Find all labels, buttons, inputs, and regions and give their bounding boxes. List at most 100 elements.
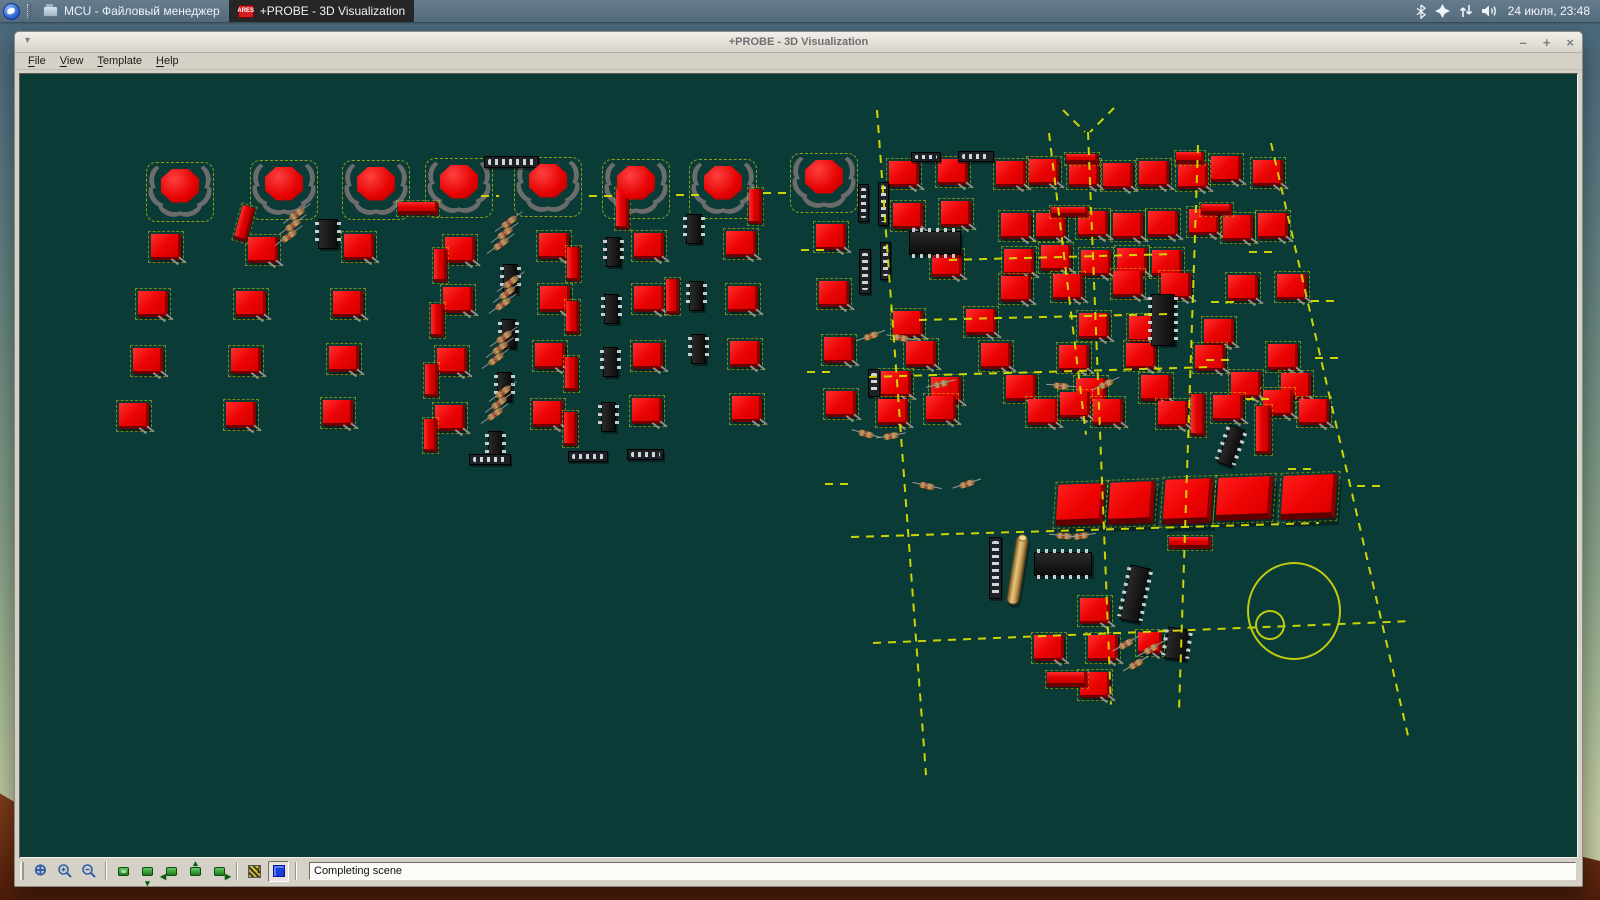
pcb-cube bbox=[151, 234, 181, 260]
grid-line bbox=[1357, 485, 1383, 487]
pcb-cube bbox=[138, 291, 168, 317]
view-back-button[interactable]: ▲ bbox=[185, 861, 206, 882]
taskbar-task-filemanager[interactable]: MCU - Файловый менеджер bbox=[34, 0, 229, 22]
task-label: MCU - Файловый менеджер bbox=[64, 4, 220, 18]
taskbar-task-probe[interactable]: ARES +PROBE - 3D Visualization bbox=[229, 0, 415, 22]
board-circle-outline bbox=[1247, 562, 1341, 660]
pan-button[interactable]: ⊕ bbox=[30, 861, 51, 882]
pcb-cube bbox=[231, 348, 261, 374]
board-span-icon: ↕ bbox=[248, 865, 261, 878]
grid-line bbox=[481, 195, 499, 197]
view-top-icon bbox=[118, 867, 129, 876]
title-bar[interactable]: ▾ +PROBE - 3D Visualization – + × bbox=[15, 32, 1582, 53]
grid-line bbox=[1311, 300, 1337, 302]
pcb-cube bbox=[819, 281, 849, 307]
pcb-cube bbox=[981, 343, 1011, 369]
pcb-cube bbox=[226, 402, 256, 428]
pcb-cube bbox=[333, 291, 363, 317]
pcb-cube bbox=[938, 159, 968, 185]
pcb-cube bbox=[1113, 213, 1143, 239]
system-tray: 24 июля, 23:48 bbox=[1416, 4, 1600, 19]
pcb-vbar bbox=[565, 357, 578, 391]
pcb-rescluster bbox=[490, 217, 522, 253]
pcb-cube bbox=[633, 343, 663, 369]
pcb-cube bbox=[533, 401, 563, 427]
menu-template[interactable]: Template bbox=[90, 54, 149, 68]
pcb-hbar bbox=[1066, 154, 1098, 164]
window-menu-arrow-icon[interactable]: ▾ bbox=[25, 35, 30, 46]
maximize-button[interactable]: + bbox=[1543, 36, 1551, 49]
pcb-res bbox=[857, 429, 874, 439]
view-front-icon: ▼ bbox=[142, 867, 153, 876]
pcb-cube bbox=[1223, 215, 1253, 241]
toolbar-grip[interactable] bbox=[20, 862, 24, 880]
menu-file[interactable]: File bbox=[21, 54, 53, 68]
menu-view[interactable]: View bbox=[53, 54, 91, 68]
pcb-res bbox=[1053, 382, 1069, 389]
pcb-icv bbox=[603, 347, 618, 377]
pcb-cube bbox=[1139, 161, 1169, 187]
pcb-cube bbox=[632, 398, 662, 424]
toolbar-separator bbox=[236, 862, 238, 880]
bottom-toolbar: ⊕ ▼ ◀ ▲ ▶ ↕ Completing scene bbox=[15, 858, 1582, 886]
view-left-button[interactable]: ◀ bbox=[161, 861, 182, 882]
pcb-cube bbox=[248, 237, 278, 263]
pcb-bigsq bbox=[1162, 478, 1213, 525]
menu-help[interactable]: Help bbox=[149, 54, 186, 68]
view-right-icon: ▶ bbox=[214, 867, 225, 876]
pcb-hbar bbox=[398, 202, 438, 215]
pcb-res bbox=[958, 479, 975, 490]
pcb-cube bbox=[966, 309, 996, 335]
board-span-button[interactable]: ↕ bbox=[244, 861, 265, 882]
zoom-out-button[interactable] bbox=[78, 861, 99, 882]
view-front-button[interactable]: ▼ bbox=[137, 861, 158, 882]
app-menu-icon[interactable] bbox=[3, 3, 20, 20]
pcb-bigsq bbox=[1216, 476, 1274, 521]
grid-line bbox=[676, 194, 701, 196]
pcb-cube bbox=[1148, 211, 1178, 237]
zoom-in-button[interactable] bbox=[54, 861, 75, 882]
pcb-icv bbox=[1217, 424, 1246, 467]
zoom-out-icon bbox=[81, 863, 97, 879]
network-icon[interactable] bbox=[1459, 4, 1473, 18]
cube-3d-icon bbox=[273, 865, 285, 877]
grid-line bbox=[801, 249, 827, 251]
window-title: +PROBE - 3D Visualization bbox=[15, 36, 1582, 48]
panel-grip[interactable] bbox=[27, 4, 31, 18]
pcb-icv bbox=[601, 402, 616, 432]
pcb-icv bbox=[1151, 294, 1175, 346]
pcb-cube bbox=[236, 291, 266, 317]
pcb-cube bbox=[1103, 163, 1133, 189]
pcb-cube bbox=[634, 286, 664, 312]
volume-icon[interactable] bbox=[1482, 4, 1499, 18]
grid-line bbox=[1211, 301, 1237, 303]
pcb-hdrh bbox=[627, 449, 664, 460]
pcb-vbar bbox=[567, 247, 580, 281]
pcb-cube bbox=[344, 234, 374, 260]
pcb-icv bbox=[691, 334, 706, 364]
close-button[interactable]: × bbox=[1566, 36, 1574, 49]
grid-line bbox=[1206, 359, 1232, 361]
pcb-vbar bbox=[666, 279, 679, 314]
pcb-cube bbox=[1088, 635, 1118, 661]
grid-line bbox=[1249, 251, 1275, 253]
clock[interactable]: 24 июля, 23:48 bbox=[1508, 4, 1590, 18]
pcb-icv bbox=[318, 219, 338, 249]
view-3d-button[interactable] bbox=[268, 861, 289, 882]
bluetooth-icon[interactable] bbox=[1416, 4, 1426, 19]
pcb-hdrh bbox=[469, 454, 511, 465]
package-icon[interactable] bbox=[1435, 4, 1450, 18]
pcb-vbar bbox=[434, 249, 447, 282]
pcb-hdrv bbox=[858, 184, 869, 222]
pcb-cube bbox=[1060, 392, 1090, 418]
pcb-cube bbox=[893, 203, 923, 229]
pcb-hbar bbox=[1047, 672, 1087, 687]
status-text: Completing scene bbox=[314, 865, 402, 877]
pcb-cyl bbox=[1006, 534, 1030, 605]
view-top-button[interactable] bbox=[113, 861, 134, 882]
view-right-button[interactable]: ▶ bbox=[209, 861, 230, 882]
minimize-button[interactable]: – bbox=[1520, 36, 1527, 49]
grid-line bbox=[1288, 468, 1314, 470]
pcb-hdrv bbox=[859, 249, 871, 294]
scene-canvas[interactable] bbox=[19, 73, 1578, 858]
